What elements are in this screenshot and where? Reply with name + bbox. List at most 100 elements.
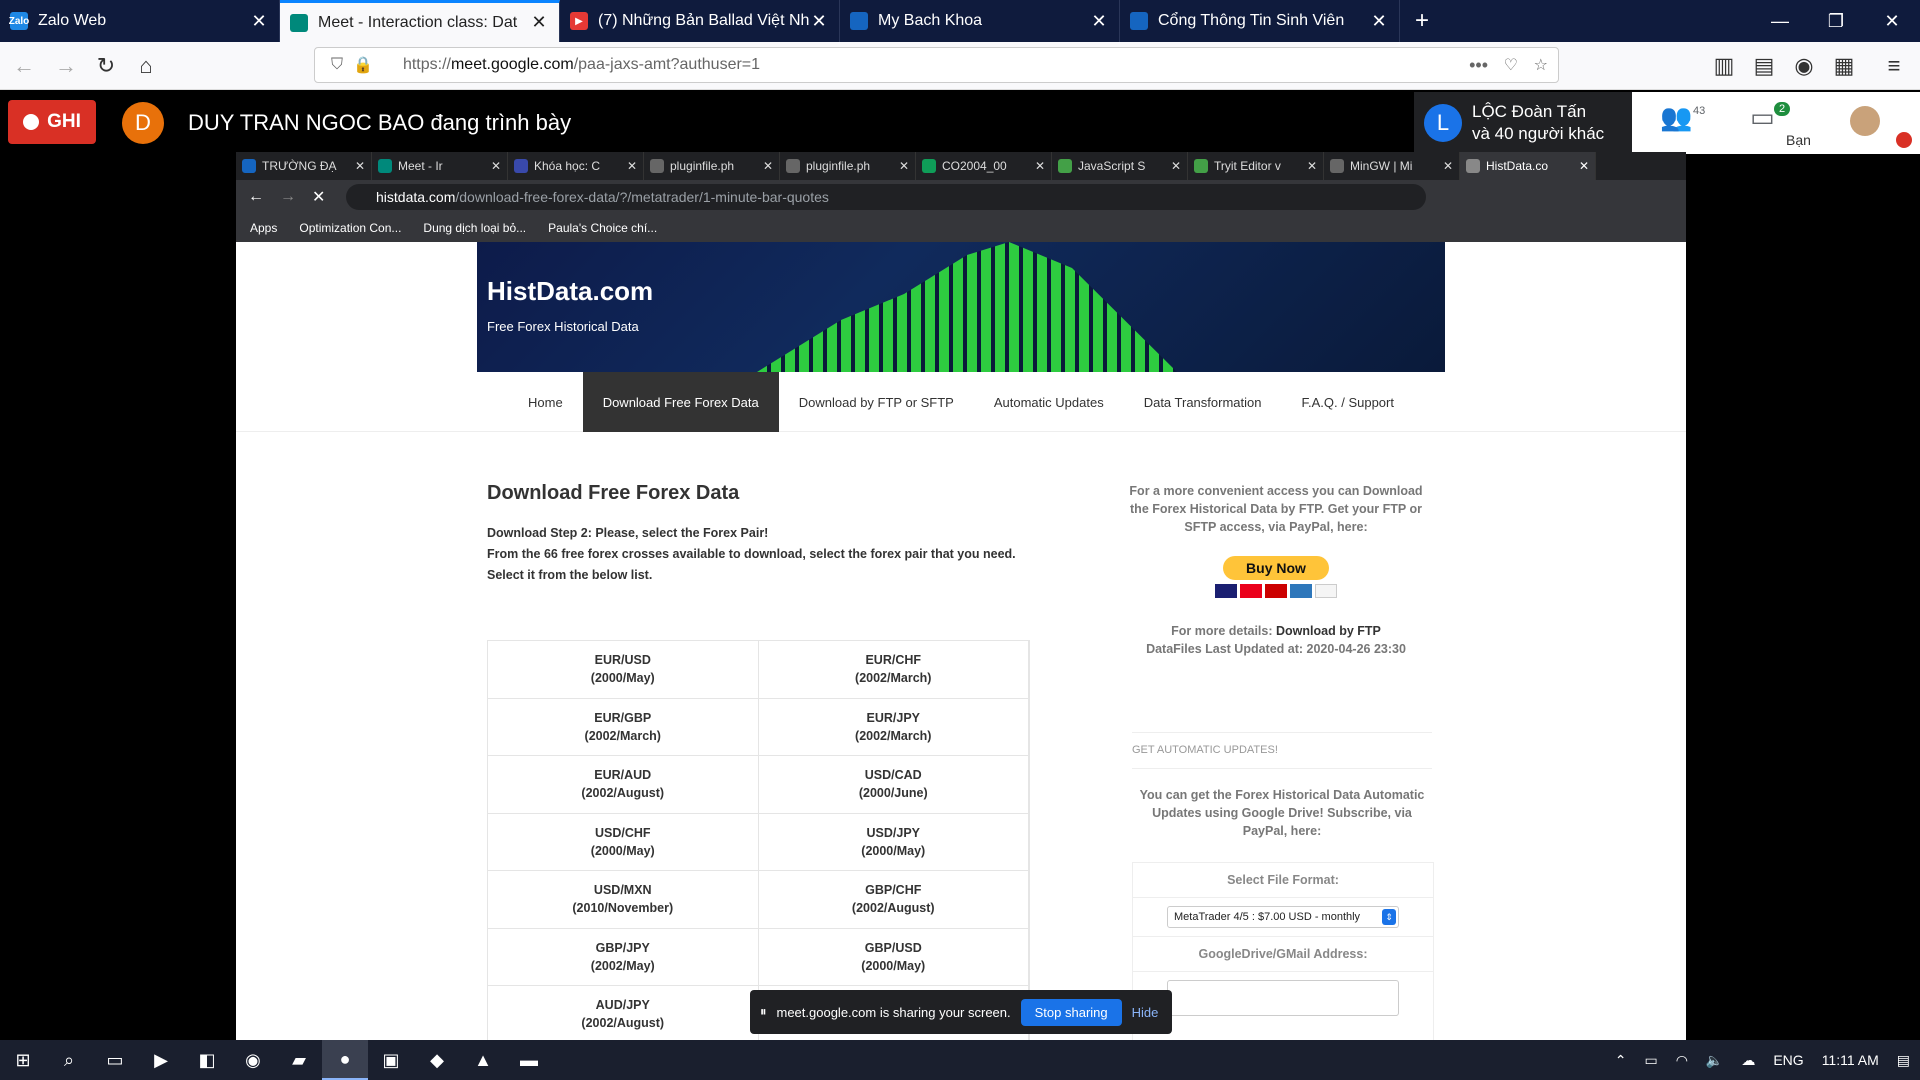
presenting-text: DUY TRAN NGOC BAO đang trình bày bbox=[188, 110, 572, 135]
details-label: For more details: bbox=[1171, 624, 1273, 638]
firefox-icon[interactable]: ● bbox=[322, 1040, 368, 1080]
pair-name: USD/JPY bbox=[866, 825, 921, 840]
pair-date: (2002/March) bbox=[855, 728, 932, 743]
app-icon[interactable]: ◉ bbox=[230, 1040, 276, 1080]
visual-studio-icon[interactable]: ◧ bbox=[184, 1040, 230, 1080]
minimize-icon[interactable]: — bbox=[1752, 0, 1808, 42]
recording-badge[interactable]: GHI bbox=[8, 100, 96, 144]
tab-favicon-icon: ▶ bbox=[570, 12, 588, 30]
forex-pair-link[interactable]: GBP/USD (2000/May) bbox=[759, 928, 1029, 985]
pycharm-icon[interactable]: ▣ bbox=[368, 1040, 414, 1080]
browser-tab[interactable]: Cổng Thông Tin Sinh Viên ✕ bbox=[1120, 0, 1400, 42]
browser-tab[interactable]: ▶ (7) Những Bản Ballad Việt Nhẹ ✕ bbox=[560, 0, 840, 42]
bookmarks-bar: Apps Optimization Con... Dung dịch loại bỏ… bbox=[236, 214, 1686, 242]
pair-date: (2000/May) bbox=[861, 843, 926, 858]
menu-item[interactable]: Download by FTP or SFTP bbox=[779, 372, 974, 432]
volume-icon[interactable]: 🔈 bbox=[1706, 1052, 1723, 1069]
browser-tab[interactable]: Zalo Zalo Web ✕ bbox=[0, 0, 280, 42]
inner-tab-close-icon: ✕ bbox=[762, 159, 773, 173]
menu-item[interactable]: Automatic Updates bbox=[974, 372, 1124, 432]
clock[interactable]: 11:11 AM bbox=[1822, 1052, 1879, 1068]
forex-pair-link[interactable]: EUR/USD (2000/May) bbox=[488, 641, 759, 698]
start-icon[interactable]: ⊞ bbox=[0, 1040, 46, 1080]
menu-item[interactable]: Download Free Forex Data bbox=[582, 372, 779, 432]
tab-close-icon[interactable]: ✕ bbox=[809, 11, 829, 32]
self-avatar[interactable] bbox=[1850, 106, 1880, 136]
extension-icon[interactable]: ▦ bbox=[1830, 52, 1858, 80]
restore-icon[interactable]: ❐ bbox=[1808, 0, 1864, 42]
pair-name: EUR/JPY bbox=[866, 710, 921, 725]
tab-close-icon[interactable]: ✕ bbox=[1369, 11, 1389, 32]
menu-item[interactable]: F.A.Q. / Support bbox=[1281, 372, 1414, 432]
browser-tab[interactable]: Meet - Interaction class: Dat ✕ bbox=[280, 0, 560, 42]
forward-icon[interactable]: → bbox=[52, 52, 80, 80]
hide-button[interactable]: Hide bbox=[1132, 1005, 1159, 1020]
task-view-icon[interactable]: ▭ bbox=[92, 1040, 138, 1080]
library-icon[interactable]: ▥ bbox=[1710, 52, 1738, 80]
inner-tab-title: TRƯỜNG ĐẠ bbox=[262, 159, 337, 173]
home-icon[interactable]: ⌂ bbox=[132, 52, 160, 80]
format-select[interactable]: MetaTrader 4/5 : $7.00 USD - monthly ⇕ bbox=[1167, 906, 1399, 928]
search-icon[interactable]: ⌕ bbox=[46, 1040, 92, 1080]
forex-pair-link[interactable]: GBP/JPY (2002/May) bbox=[488, 928, 759, 985]
back-icon[interactable]: ← bbox=[10, 52, 38, 80]
sidebar-icon[interactable]: ▤ bbox=[1750, 52, 1778, 80]
menu-item[interactable]: Home bbox=[508, 372, 583, 432]
page-actions-icon[interactable]: ••• bbox=[1469, 55, 1488, 76]
forex-pair-link[interactable]: GBP/CHF (2002/August) bbox=[759, 871, 1029, 928]
record-label: GHI bbox=[47, 111, 81, 132]
site-title: HistData.com bbox=[487, 276, 654, 306]
tab-close-icon[interactable]: ✕ bbox=[1089, 11, 1109, 32]
file-explorer-icon[interactable]: ▰ bbox=[276, 1040, 322, 1080]
people-icon[interactable]: 👥 bbox=[1660, 102, 1692, 133]
new-tab-icon[interactable]: + bbox=[1400, 0, 1444, 42]
people-count: 43 bbox=[1693, 105, 1706, 117]
forex-pair-link[interactable]: USD/CAD (2000/June) bbox=[759, 756, 1029, 813]
forex-pair-link[interactable]: USD/MXN (2010/November) bbox=[488, 871, 759, 928]
inner-tab-title: Meet - Ir bbox=[398, 159, 443, 173]
vscode-icon[interactable]: ◆ bbox=[414, 1040, 460, 1080]
chevron-up-icon[interactable]: ⌃ bbox=[1615, 1052, 1627, 1069]
address-bar[interactable]: ⛉ 🔒 https://meet.google.com/paa-jaxs-amt… bbox=[314, 47, 1559, 83]
battery-icon[interactable]: ▭ bbox=[1644, 1052, 1657, 1069]
pocket-icon[interactable]: ♡ bbox=[1504, 55, 1518, 75]
tab-close-icon[interactable]: ✕ bbox=[249, 11, 269, 32]
pair-date: (2002/August) bbox=[851, 901, 935, 916]
notifications-icon[interactable]: ▤ bbox=[1897, 1052, 1910, 1069]
stop-sharing-button[interactable]: Stop sharing bbox=[1020, 998, 1122, 1026]
forex-pair-link[interactable]: EUR/JPY (2002/March) bbox=[759, 698, 1029, 755]
inner-tab-favicon-icon bbox=[786, 159, 800, 173]
chat-icon[interactable]: ▭ bbox=[1750, 102, 1775, 133]
details-link[interactable]: Download by FTP bbox=[1276, 624, 1381, 638]
wifi-icon[interactable]: ◠ bbox=[1676, 1052, 1688, 1069]
bookmark-star-icon[interactable]: ☆ bbox=[1534, 55, 1548, 75]
inner-tab-title: MinGW | Mi bbox=[1350, 159, 1413, 173]
acrobat-icon[interactable]: ▲ bbox=[460, 1040, 506, 1080]
tab-close-icon[interactable]: ✕ bbox=[529, 12, 549, 33]
reload-icon[interactable]: ↻ bbox=[92, 52, 120, 80]
auto-updates-heading: GET AUTOMATIC UPDATES! bbox=[1132, 744, 1278, 756]
inner-tab: CO2004_00 ✕ bbox=[916, 152, 1052, 180]
gmail-input[interactable] bbox=[1167, 980, 1399, 1016]
record-dot-icon bbox=[23, 114, 40, 130]
forex-pair-link[interactable]: EUR/AUD (2002/August) bbox=[488, 756, 759, 813]
forex-pair-link[interactable]: USD/CHF (2000/May) bbox=[488, 813, 759, 870]
forex-pair-link[interactable]: AUD/JPY (2002/August) bbox=[488, 986, 759, 1040]
powershell-icon[interactable]: ▶ bbox=[138, 1040, 184, 1080]
browser-tab[interactable]: My Bach Khoa ✕ bbox=[840, 0, 1120, 42]
onedrive-icon[interactable]: ☁ bbox=[1741, 1052, 1755, 1069]
pair-name: GBP/CHF bbox=[865, 883, 922, 898]
forex-pair-link[interactable]: EUR/GBP (2002/March) bbox=[488, 698, 759, 755]
forex-pair-link[interactable]: EUR/CHF (2002/March) bbox=[759, 641, 1029, 698]
buy-now-button[interactable]: Buy Now bbox=[1223, 556, 1329, 580]
pair-date: (2000/May) bbox=[590, 843, 655, 858]
lock-icon: 🔒 bbox=[353, 57, 373, 74]
forex-pair-link[interactable]: USD/JPY (2000/May) bbox=[759, 813, 1029, 870]
menu-icon[interactable]: ≡ bbox=[1880, 52, 1908, 80]
close-window-icon[interactable]: ✕ bbox=[1864, 0, 1920, 42]
terminal-icon[interactable]: ▬ bbox=[506, 1040, 552, 1080]
pair-date: (2002/March) bbox=[855, 671, 932, 686]
account-icon[interactable]: ◉ bbox=[1790, 52, 1818, 80]
menu-item[interactable]: Data Transformation bbox=[1124, 372, 1282, 432]
language-indicator[interactable]: ENG bbox=[1773, 1052, 1803, 1068]
